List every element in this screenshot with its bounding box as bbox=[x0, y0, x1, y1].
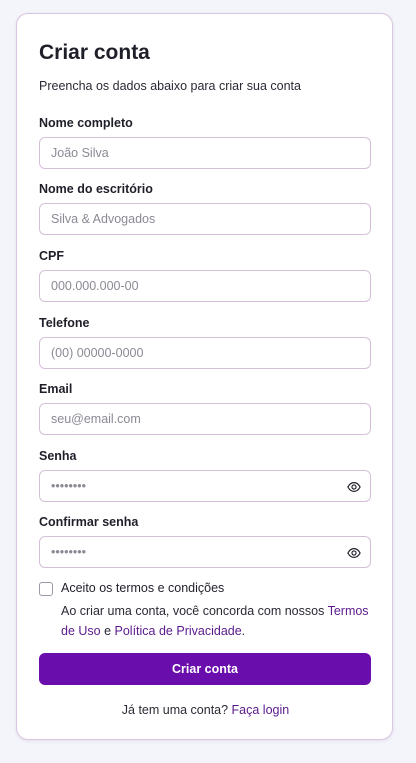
confirm-password-input-box bbox=[39, 536, 371, 568]
office-name-input-box bbox=[39, 203, 371, 235]
eye-icon[interactable] bbox=[347, 480, 361, 494]
office-name-field: Nome do escritório bbox=[39, 181, 371, 235]
confirm-password-input[interactable] bbox=[40, 537, 370, 567]
password-label: Senha bbox=[39, 449, 77, 463]
full-name-input-box bbox=[39, 137, 371, 169]
confirm-password-field: Confirmar senha bbox=[39, 514, 371, 568]
full-name-label: Nome completo bbox=[39, 116, 133, 130]
login-prompt-text: Já tem uma conta? bbox=[121, 703, 232, 717]
cpf-input-box bbox=[39, 270, 371, 302]
email-input-box bbox=[39, 403, 371, 435]
page-subtitle: Preencha os dados abaixo para criar sua … bbox=[39, 79, 301, 93]
terms-checkbox-label[interactable]: Aceito os termos e condições bbox=[61, 581, 224, 595]
privacy-policy-link[interactable]: Política de Privacidade bbox=[115, 624, 242, 638]
terms-checkbox[interactable] bbox=[39, 582, 53, 596]
signup-card: Criar conta Preencha os dados abaixo par… bbox=[16, 13, 393, 740]
password-input[interactable] bbox=[40, 471, 370, 501]
office-name-label: Nome do escritório bbox=[39, 182, 153, 196]
login-prompt: Já tem uma conta? Faça login bbox=[17, 703, 394, 717]
eye-icon[interactable] bbox=[347, 546, 361, 560]
create-account-button[interactable]: Criar conta bbox=[39, 653, 371, 685]
phone-input-box bbox=[39, 337, 371, 369]
page-title: Criar conta bbox=[39, 41, 150, 64]
email-input[interactable] bbox=[40, 404, 370, 434]
password-field: Senha bbox=[39, 448, 371, 502]
phone-label: Telefone bbox=[39, 316, 90, 330]
full-name-input[interactable] bbox=[40, 138, 370, 168]
terms-description: Ao criar uma conta, você concorda com no… bbox=[61, 601, 379, 641]
confirm-password-label: Confirmar senha bbox=[39, 515, 139, 529]
login-link[interactable]: Faça login bbox=[232, 703, 290, 717]
phone-field: Telefone bbox=[39, 315, 371, 369]
password-input-box bbox=[39, 470, 371, 502]
terms-text-after: . bbox=[241, 624, 246, 638]
phone-input[interactable] bbox=[40, 338, 370, 368]
email-label: Email bbox=[39, 382, 73, 396]
office-name-input[interactable] bbox=[40, 204, 370, 234]
terms-text-before: Ao criar uma conta, você concorda com no… bbox=[61, 604, 328, 618]
email-field: Email bbox=[39, 381, 371, 435]
cpf-input[interactable] bbox=[40, 271, 370, 301]
cpf-field: CPF bbox=[39, 248, 371, 302]
terms-text-middle: e bbox=[100, 624, 115, 638]
cpf-label: CPF bbox=[39, 249, 64, 263]
full-name-field: Nome completo bbox=[39, 115, 371, 169]
